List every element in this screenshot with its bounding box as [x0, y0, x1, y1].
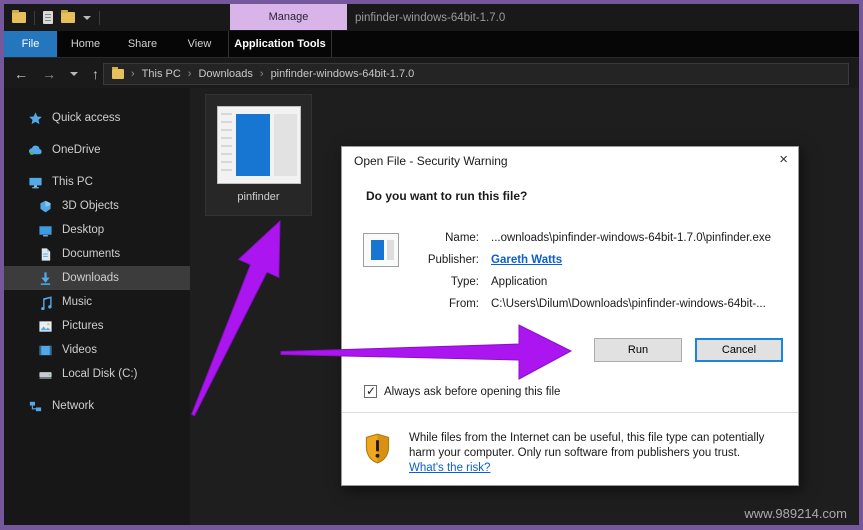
- network-icon: [28, 399, 43, 414]
- address-bar-row: ← → ↑ › This PC › Downloads › pinfinder-…: [4, 57, 859, 88]
- application-file-icon: [216, 106, 301, 184]
- whats-the-risk-link[interactable]: What's the risk?: [409, 462, 490, 474]
- type-label: Type:: [450, 276, 479, 288]
- dialog-divider: [342, 412, 798, 413]
- sidebar-item-network[interactable]: Network: [4, 394, 190, 418]
- security-shield-icon: [364, 433, 391, 469]
- tab-file[interactable]: File: [4, 31, 57, 57]
- sidebar-item-3d-objects[interactable]: 3D Objects: [4, 194, 190, 218]
- sidebar-item-label: Videos: [62, 344, 97, 356]
- sidebar-item-quick-access[interactable]: Quick access: [4, 106, 190, 130]
- screenshot-frame: Manage pinfinder-windows-64bit-1.7.0 Fil…: [0, 0, 863, 530]
- sidebar-item-documents[interactable]: Documents: [4, 242, 190, 266]
- warning-text: While files from the Internet can be use…: [409, 431, 787, 476]
- quick-access-toolbar: [12, 4, 100, 31]
- sidebar-item-label: Downloads: [62, 272, 119, 284]
- tab-application-tools[interactable]: Application Tools: [228, 31, 332, 57]
- navigation-buttons: ← → ↑: [14, 58, 99, 89]
- music-note-icon: [38, 295, 53, 310]
- star-icon: [28, 111, 43, 126]
- address-input[interactable]: › This PC › Downloads › pinfinder-window…: [103, 63, 849, 85]
- computer-icon: [28, 175, 43, 190]
- up-icon[interactable]: ↑: [92, 66, 99, 82]
- breadcrumb-downloads[interactable]: Downloads: [198, 68, 252, 80]
- checkbox-checked-icon[interactable]: [364, 384, 377, 398]
- breadcrumb-separator: ›: [131, 68, 135, 80]
- sidebar-item-label: Documents: [62, 248, 121, 260]
- back-icon[interactable]: ←: [14, 66, 28, 82]
- breadcrumb-separator: ›: [259, 68, 264, 80]
- name-label: Name:: [445, 232, 479, 244]
- sidebar-item-this-pc[interactable]: This PC: [4, 170, 190, 194]
- sidebar-item-label: OneDrive: [52, 144, 101, 156]
- properties-icon[interactable]: [43, 11, 53, 24]
- breadcrumb-current-folder[interactable]: pinfinder-windows-64bit-1.7.0: [271, 68, 415, 80]
- type-value: Application: [491, 276, 548, 288]
- from-label: From:: [448, 298, 479, 310]
- hard-drive-icon: [38, 367, 53, 382]
- file-name-label: pinfinder: [237, 191, 280, 203]
- new-folder-icon[interactable]: [61, 10, 75, 23]
- tab-home[interactable]: Home: [57, 31, 114, 57]
- file-explorer-window: Manage pinfinder-windows-64bit-1.7.0 Fil…: [4, 4, 859, 525]
- checkbox-label: Always ask before opening this file: [384, 385, 561, 398]
- sidebar-item-onedrive[interactable]: OneDrive: [4, 138, 190, 162]
- breadcrumb-separator: ›: [187, 68, 192, 80]
- title-bar: Manage pinfinder-windows-64bit-1.7.0: [4, 4, 859, 31]
- download-icon: [38, 271, 53, 286]
- cancel-button[interactable]: Cancel: [695, 338, 783, 362]
- document-icon: [38, 247, 53, 262]
- file-item-pinfinder[interactable]: pinfinder: [205, 94, 312, 216]
- sidebar-item-label: This PC: [52, 176, 93, 188]
- sidebar-item-desktop[interactable]: Desktop: [4, 218, 190, 242]
- folder-icon[interactable]: [12, 10, 26, 23]
- ribbon-tab-bar: File Home Share View Application Tools: [4, 31, 859, 57]
- publisher-link[interactable]: Gareth Watts: [491, 254, 562, 266]
- cloud-icon: [28, 143, 43, 158]
- security-warning-dialog: Open File - Security Warning × Do you wa…: [341, 146, 799, 486]
- toolbar-separator: [99, 10, 100, 25]
- sidebar-item-label: Pictures: [62, 320, 104, 332]
- cube-icon: [38, 199, 53, 214]
- sidebar-item-pictures[interactable]: Pictures: [4, 314, 190, 338]
- publisher-label: Publisher:: [427, 254, 479, 266]
- chevron-down-icon[interactable]: [83, 15, 91, 20]
- from-value: C:\Users\Dilum\Downloads\pinfinder-windo…: [491, 298, 766, 310]
- video-icon: [38, 343, 53, 358]
- manage-contextual-tab[interactable]: Manage: [230, 4, 347, 30]
- always-ask-checkbox-row[interactable]: Always ask before opening this file: [364, 384, 561, 398]
- watermark: www.989214.com: [744, 506, 847, 521]
- sidebar-item-label: Music: [62, 296, 93, 308]
- dialog-question: Do you want to run this file?: [366, 189, 528, 203]
- run-button[interactable]: Run: [594, 338, 682, 362]
- tab-view[interactable]: View: [171, 31, 228, 57]
- sidebar-item-label: Quick access: [52, 112, 121, 124]
- sidebar-item-videos[interactable]: Videos: [4, 338, 190, 362]
- sidebar-item-label: Desktop: [62, 224, 105, 236]
- navigation-pane: Quick access OneDrive This PC 3D Objects…: [4, 88, 190, 525]
- picture-icon: [38, 319, 53, 334]
- desktop-icon: [38, 223, 53, 238]
- sidebar-item-label: Local Disk (C:): [62, 368, 138, 380]
- sidebar-item-downloads[interactable]: Downloads: [4, 266, 190, 290]
- sidebar-item-label: 3D Objects: [62, 200, 119, 212]
- sidebar-item-label: Network: [52, 400, 95, 412]
- toolbar-separator: [34, 10, 35, 25]
- recent-locations-icon[interactable]: [70, 71, 78, 76]
- window-title: pinfinder-windows-64bit-1.7.0: [355, 11, 506, 24]
- close-icon[interactable]: ×: [779, 151, 788, 168]
- sidebar-item-local-disk-c[interactable]: Local Disk (C:): [4, 362, 190, 386]
- name-value: ...ownloads\pinfinder-windows-64bit-1.7.…: [491, 232, 771, 244]
- forward-icon[interactable]: →: [42, 66, 56, 82]
- dialog-title: Open File - Security Warning: [354, 154, 508, 168]
- sidebar-item-music[interactable]: Music: [4, 290, 190, 314]
- tab-share[interactable]: Share: [114, 31, 171, 57]
- warning-message: While files from the Internet can be use…: [409, 432, 765, 459]
- breadcrumb-this-pc[interactable]: This PC: [142, 68, 181, 80]
- folder-icon: [112, 67, 124, 79]
